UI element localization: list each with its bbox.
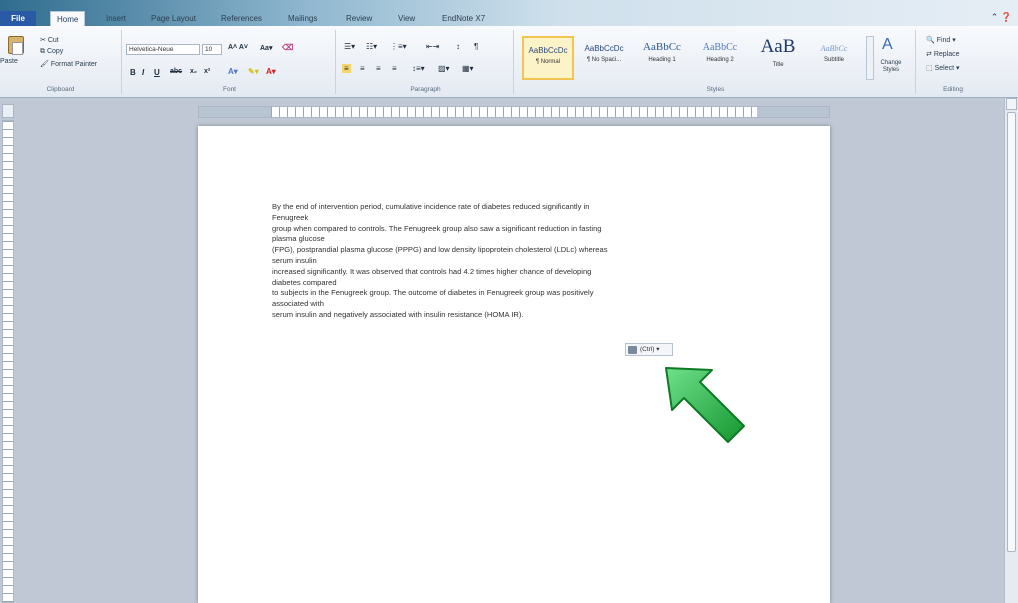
tab-endnote[interactable]: EndNote X7 xyxy=(436,11,491,26)
document-body[interactable]: By the end of intervention period, cumul… xyxy=(272,202,752,321)
editing-group-label: Editing xyxy=(943,86,963,93)
paragraph-group-label: Paragraph xyxy=(410,86,441,93)
pilcrow-icon[interactable]: ¶ xyxy=(474,42,478,51)
editing-group: 🔍 Find ▾ ⇄ Replace ⬚ Select ▾ Editing xyxy=(918,30,988,94)
vertical-ruler[interactable] xyxy=(2,120,14,603)
paste-options-button[interactable]: (Ctrl) ▾ xyxy=(625,343,673,356)
tab-home[interactable]: Home xyxy=(50,11,86,26)
italic-button[interactable]: I xyxy=(142,68,144,77)
clipboard-icon xyxy=(628,346,637,354)
tab-file[interactable]: File xyxy=(0,11,36,26)
clear-formatting-icon[interactable]: ⌫ xyxy=(282,43,293,52)
ribbon: Paste ✂ Cut ⧉ Copy 🖌 Format Painter Clip… xyxy=(0,26,1018,98)
text-effects-icon[interactable]: A▾ xyxy=(228,67,238,76)
copy-icon: ⧉ xyxy=(40,48,45,55)
paragraph-group: ☰▾ ☷▾ ⋮≡▾ ⇤⇥ ↕ ¶ ≡ ≡ ≡ ≡ ↕≡▾ ▨▾ ▦▾ Parag… xyxy=(338,30,514,94)
change-styles-button[interactable]: Change Styles xyxy=(876,60,906,74)
select-button[interactable]: ⬚ Select ▾ xyxy=(926,64,960,72)
bold-button[interactable]: B xyxy=(130,68,136,77)
ruler-right-margin xyxy=(757,107,829,117)
doc-line: (FPG), postprandial plasma glucose (PPPG… xyxy=(272,245,608,255)
cut-button[interactable]: ✂ Cut xyxy=(40,36,59,44)
styles-group: AaBbCcDc ¶ Normal AaBbCcDc ¶ No Spaci...… xyxy=(516,30,916,94)
style-no-spacing[interactable]: AaBbCcDc ¶ No Spaci... xyxy=(578,36,630,80)
sort-icon[interactable]: ↕ xyxy=(456,42,460,51)
paste-button[interactable]: Paste xyxy=(0,58,18,65)
brush-icon: 🖌 xyxy=(40,61,49,68)
doc-line: associated with xyxy=(272,299,324,309)
ribbon-tab-bar: File Home Insert Page Layout References … xyxy=(0,0,1018,26)
justify-icon[interactable]: ≡ xyxy=(392,64,397,73)
scissors-icon: ✂ xyxy=(40,37,46,44)
replace-button[interactable]: ⇄ Replace xyxy=(926,50,960,58)
shading-icon[interactable]: ▨▾ xyxy=(438,64,450,73)
doc-line: plasma glucose xyxy=(272,234,325,244)
font-name-select[interactable]: Helvetica-Neue xyxy=(126,44,200,55)
style-subtitle[interactable]: AaBbCc Subtitle xyxy=(808,36,860,80)
doc-line: Fenugreek xyxy=(272,212,309,222)
copy-button[interactable]: ⧉ Copy xyxy=(40,48,63,56)
font-group: Helvetica-Neue 10 A˄ A˅ Aa▾ ⌫ B I U abc … xyxy=(124,30,336,94)
ruler-left-margin xyxy=(199,107,271,117)
scroll-up-button[interactable] xyxy=(1006,98,1017,110)
font-size-select[interactable]: 10 xyxy=(202,44,222,55)
green-arrow-icon xyxy=(665,367,745,443)
styles-group-label: Styles xyxy=(706,86,725,93)
doc-line: serum insulin xyxy=(272,255,317,265)
line-spacing-icon[interactable]: ↕≡▾ xyxy=(412,64,425,73)
style-title[interactable]: AaB Title xyxy=(752,36,804,80)
ruler-tab-selector[interactable] xyxy=(2,104,14,118)
subscript-button[interactable]: x₂ xyxy=(190,68,197,75)
bullets-icon[interactable]: ☰▾ xyxy=(344,42,355,51)
tab-insert[interactable]: Insert xyxy=(100,11,132,26)
doc-line: diabetes compared xyxy=(272,277,337,287)
doc-line: group when compared to controls. The Fen… xyxy=(272,223,602,233)
grow-shrink-font-buttons[interactable]: A˄ A˅ xyxy=(228,44,248,51)
underline-button[interactable]: U xyxy=(154,68,160,77)
indent-icon[interactable]: ⇤⇥ xyxy=(426,42,439,51)
change-styles-icon[interactable]: A xyxy=(882,36,893,54)
doc-line: By the end of intervention period, cumul… xyxy=(272,202,590,211)
doc-line: increased significantly. It was observed… xyxy=(272,266,592,276)
doc-line: serum insulin and negatively associated … xyxy=(272,309,524,319)
horizontal-ruler[interactable] xyxy=(198,106,830,118)
strikethrough-button[interactable]: abc xyxy=(170,68,182,75)
highlight-icon[interactable]: ✎▾ xyxy=(248,67,259,76)
tab-review[interactable]: Review xyxy=(340,11,378,26)
vertical-scrollbar[interactable] xyxy=(1004,98,1018,603)
doc-line: to subjects in the Fenugreek group. The … xyxy=(272,288,594,298)
scrollbar-thumb[interactable] xyxy=(1007,112,1016,552)
multilevel-list-icon[interactable]: ⋮≡▾ xyxy=(390,42,407,51)
tab-references[interactable]: References xyxy=(215,11,268,26)
paste-options-label: (Ctrl) ▾ xyxy=(640,346,660,353)
numbering-icon[interactable]: ☷▾ xyxy=(366,42,377,51)
clipboard-group-label: Clipboard xyxy=(46,86,75,93)
style-heading-1[interactable]: AaBbCc Heading 1 xyxy=(636,36,688,80)
align-left-icon[interactable]: ≡ xyxy=(342,64,351,73)
tab-view[interactable]: View xyxy=(392,11,421,26)
find-button[interactable]: 🔍 Find ▾ xyxy=(926,36,956,44)
align-center-icon[interactable]: ≡ xyxy=(360,64,365,73)
help-icon[interactable]: ⌃ ❓ xyxy=(991,12,1012,23)
styles-gallery-scroll[interactable] xyxy=(866,36,874,80)
tab-mailings[interactable]: Mailings xyxy=(282,11,323,26)
paste-icon[interactable] xyxy=(8,36,24,55)
align-right-icon[interactable]: ≡ xyxy=(376,64,381,73)
binoculars-icon: 🔍 xyxy=(926,37,935,44)
style-heading-2[interactable]: AaBbCc Heading 2 xyxy=(694,36,746,80)
select-icon: ⬚ xyxy=(926,65,933,72)
font-color-icon[interactable]: A▾ xyxy=(266,67,276,76)
tab-page-layout[interactable]: Page Layout xyxy=(145,11,202,26)
format-painter-button[interactable]: 🖌 Format Painter xyxy=(40,60,97,68)
clipboard-group: Paste ✂ Cut ⧉ Copy 🖌 Format Painter Clip… xyxy=(0,30,122,94)
superscript-button[interactable]: x² xyxy=(204,68,210,75)
font-group-label: Font xyxy=(222,86,236,93)
replace-icon: ⇄ xyxy=(926,51,932,58)
change-case-button[interactable]: Aa▾ xyxy=(260,44,272,52)
style-normal[interactable]: AaBbCcDc ¶ Normal xyxy=(522,36,574,80)
borders-icon[interactable]: ▦▾ xyxy=(462,64,474,73)
